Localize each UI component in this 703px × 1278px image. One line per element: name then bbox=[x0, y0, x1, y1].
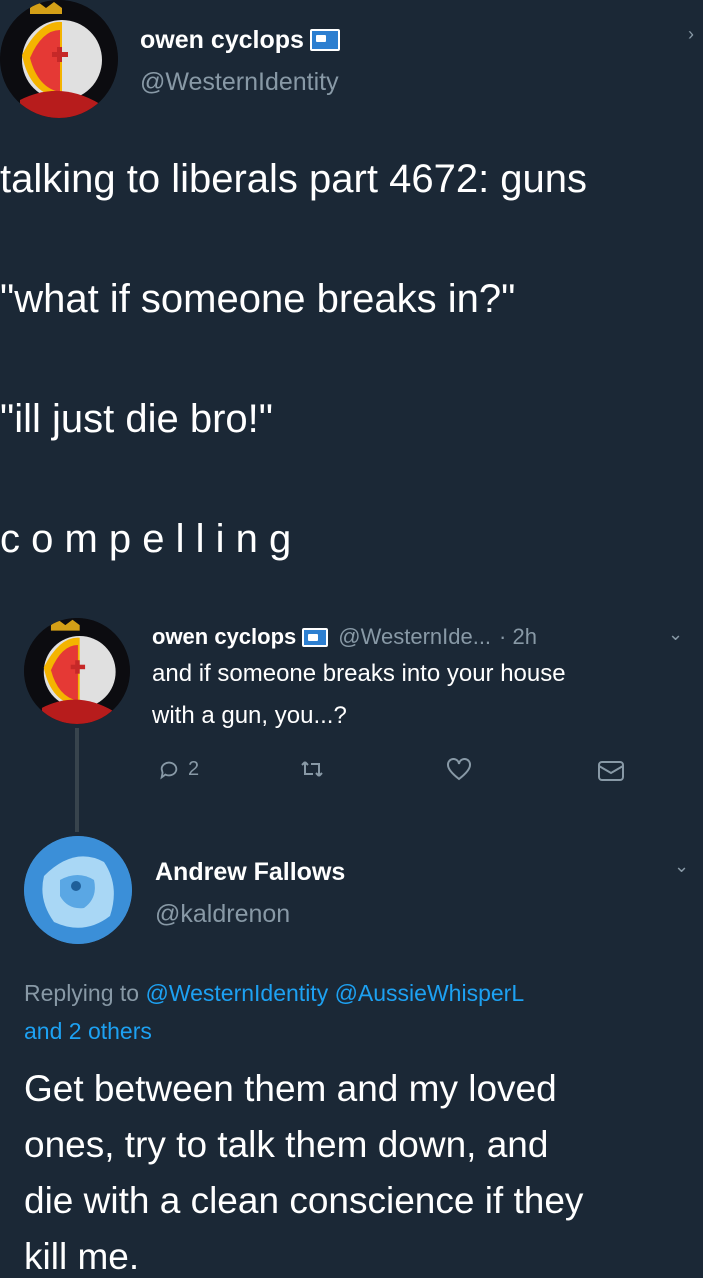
tweet-text-line: talking to liberals part 4672: guns bbox=[0, 157, 588, 201]
reply-author-name[interactable]: Andrew Fallows bbox=[155, 858, 345, 887]
avatar[interactable] bbox=[24, 836, 132, 944]
tweet-text-line: "what if someone breaks in?" bbox=[0, 277, 516, 321]
reply-text-line: kill me. bbox=[24, 1236, 140, 1277]
retweet-icon bbox=[301, 761, 323, 777]
quoted-author-handle[interactable]: @WesternIde... bbox=[338, 624, 491, 650]
thread-line bbox=[75, 728, 79, 832]
tweet-text-line: "ill just die bro!" bbox=[0, 397, 273, 441]
flag-icon bbox=[302, 627, 329, 647]
mail-icon bbox=[598, 761, 624, 781]
author-handle[interactable]: @WesternIdentity bbox=[140, 68, 339, 97]
flag-icon bbox=[309, 29, 340, 51]
avatar[interactable] bbox=[24, 618, 130, 724]
author-name-row: owen cyclops bbox=[140, 22, 340, 58]
quoted-text-line: and if someone breaks into your house bbox=[152, 660, 566, 687]
replying-to-mentions[interactable]: @WesternIdentity @AussieWhisperL bbox=[145, 980, 524, 1006]
reply-text-line: ones, try to talk them down, and bbox=[24, 1124, 549, 1165]
chevron-down-icon[interactable]: › bbox=[688, 24, 694, 45]
reply-action[interactable]: 2 bbox=[158, 758, 199, 781]
chevron-down-icon[interactable]: ⌄ bbox=[668, 624, 683, 645]
replying-to-others[interactable]: and 2 others bbox=[24, 1018, 152, 1045]
message-action[interactable] bbox=[597, 760, 625, 782]
avatar-image bbox=[0, 0, 118, 118]
quoted-text-line: with a gun, you...? bbox=[152, 702, 347, 729]
reply-text-line: die with a clean conscience if they bbox=[24, 1180, 584, 1221]
quoted-header: owen cyclops @WesternIde... · 2h bbox=[152, 622, 537, 652]
tweet-text-line: c o m p e l l i n g bbox=[0, 517, 292, 561]
avatar-image bbox=[24, 836, 132, 944]
quoted-time[interactable]: · 2h bbox=[499, 624, 537, 650]
reply-author-handle[interactable]: @kaldrenon bbox=[155, 900, 290, 929]
replying-to-label: Replying to bbox=[24, 980, 140, 1006]
avatar[interactable] bbox=[0, 0, 118, 118]
quoted-author-name[interactable]: owen cyclops bbox=[152, 624, 296, 650]
avatar-image bbox=[24, 618, 130, 724]
reply-icon bbox=[160, 761, 178, 780]
like-action[interactable] bbox=[446, 758, 472, 782]
retweet-action[interactable] bbox=[300, 758, 324, 780]
reply-text-line: Get between them and my loved bbox=[24, 1068, 557, 1109]
replying-to: Replying to @WesternIdentity @AussieWhis… bbox=[24, 980, 524, 1007]
chevron-down-icon[interactable]: ⌄ bbox=[674, 856, 689, 877]
author-name[interactable]: owen cyclops bbox=[140, 26, 304, 55]
heart-icon bbox=[447, 758, 471, 781]
reply-count: 2 bbox=[188, 758, 200, 780]
